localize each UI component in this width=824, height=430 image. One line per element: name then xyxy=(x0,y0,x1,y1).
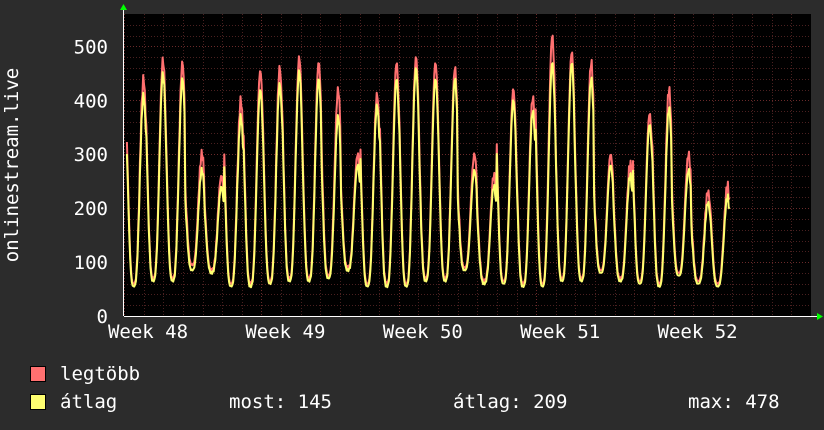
legend-item-avg: átlag xyxy=(30,391,117,413)
y-axis-arrow xyxy=(120,4,127,10)
x-tick-label: Week 50 xyxy=(383,321,463,343)
x-tick-label: Week 48 xyxy=(108,321,188,343)
y-tick-label: 300 xyxy=(74,144,108,166)
y-tick-label: 100 xyxy=(74,252,108,274)
rrd-graph: 0 100 200 300 400 500 Week 48 Week 49 Week 50 Wee… xyxy=(0,0,824,430)
legend-swatch-avg xyxy=(30,394,46,410)
stat-now: most: 145 xyxy=(229,391,332,413)
x-tick-label: Week 49 xyxy=(245,321,325,343)
y-axis-label: onlinestream.live xyxy=(1,68,23,262)
y-tick-label: 500 xyxy=(74,36,108,58)
y-tick-label: 400 xyxy=(74,90,108,112)
stat-max: max: 478 xyxy=(688,391,780,413)
legend-label-max: legtöbb xyxy=(60,363,141,385)
legend-label-avg: átlag xyxy=(60,391,118,413)
x-axis-arrow xyxy=(817,313,823,320)
stat-average: átlag: 209 xyxy=(453,391,568,413)
x-tick-label: Week 52 xyxy=(658,321,738,343)
x-tick-label: Week 51 xyxy=(520,321,600,343)
y-tick-label: 200 xyxy=(74,198,108,220)
legend-swatch-max xyxy=(30,366,46,382)
legend-item-max: legtöbb xyxy=(30,363,140,385)
y-tick-label: 0 xyxy=(97,306,108,328)
